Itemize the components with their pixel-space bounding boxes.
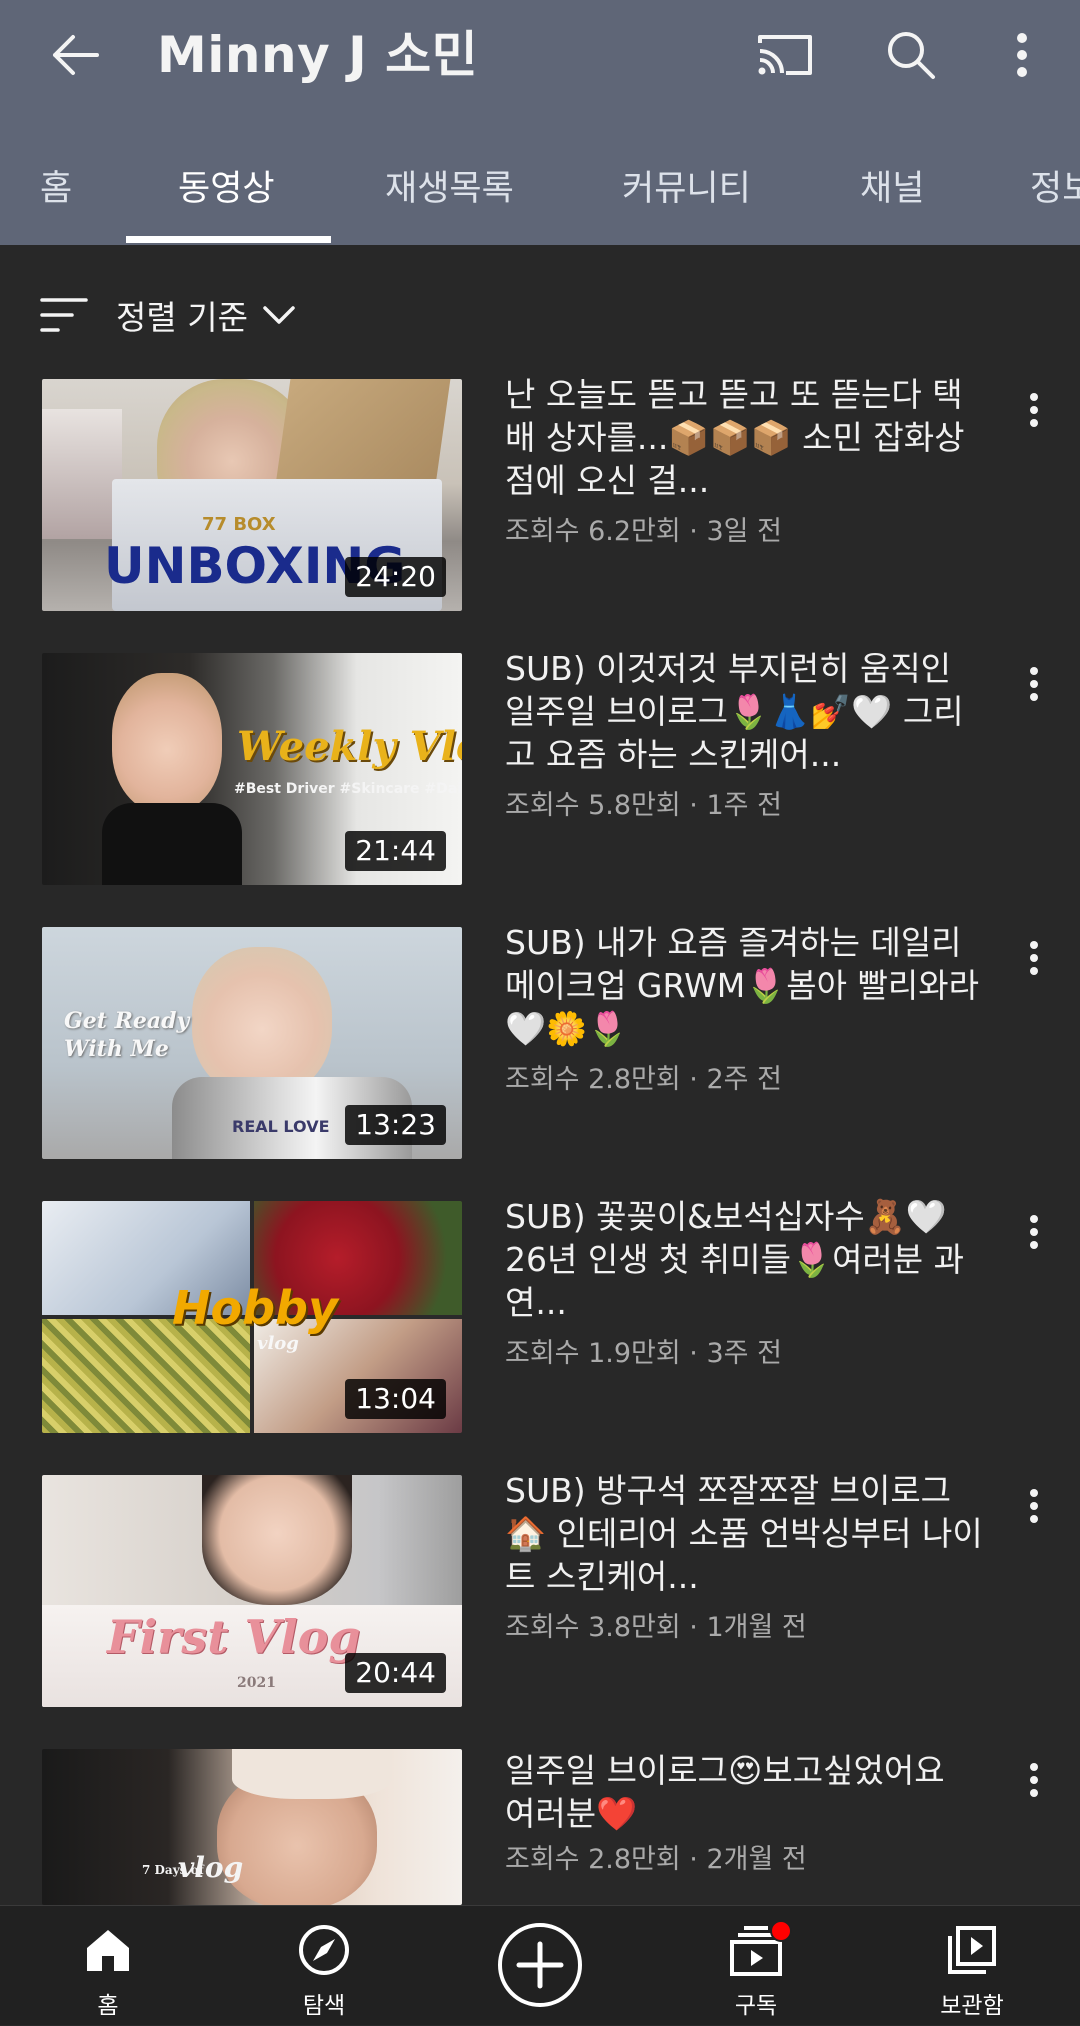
tab-playlists[interactable]: 재생목록 <box>385 135 514 245</box>
video-item[interactable]: Weekly Vlog #Best Driver #Skincare #Dail… <box>0 649 1080 885</box>
more-vert-icon <box>1030 393 1038 427</box>
video-thumbnail[interactable]: 7 Days of vlog <box>42 1749 462 1905</box>
video-meta: 조회수 1.9만회 · 3주 전 <box>505 1338 782 1369</box>
video-thumbnail[interactable]: Weekly Vlog #Best Driver #Skincare #Dail… <box>42 653 462 885</box>
thumbnail-text: First Vlog <box>107 1610 361 1664</box>
more-vert-icon <box>1030 667 1038 701</box>
video-more-button[interactable] <box>1020 1483 1048 1529</box>
sort-label: 정렬 기준 <box>116 298 248 337</box>
thumbnail-tile-3 <box>42 1319 250 1433</box>
video-title[interactable]: SUB) 내가 요즘 즐겨하는 데일리메이크업 GRWM🌷봄아 빨리와라🤍🌼🌷 <box>505 921 985 1050</box>
nav-label: 구독 <box>734 1993 778 2019</box>
more-vert-icon <box>1030 1489 1038 1523</box>
video-meta: 조회수 6.2만회 · 3일 전 <box>505 516 782 547</box>
channel-title: Minny J 소민 <box>157 26 479 84</box>
video-title[interactable]: 난 오늘도 뜯고 뜯고 또 뜯는다 택배 상자를...📦📦📦 소민 잡화상점에 … <box>505 373 985 502</box>
video-duration: 24:20 <box>345 557 446 597</box>
top-bar: Minny J 소민 <box>0 0 1080 115</box>
video-item[interactable]: Hobby vlog 13:04 SUB) 꽃꽂이&보석십자수🧸🤍26년 인생 … <box>0 1197 1080 1433</box>
nav-library[interactable]: 보관함 <box>892 1906 1052 2026</box>
thumbnail-scene-left <box>42 409 122 539</box>
video-meta: 조회수 3.8만회 · 1개월 전 <box>505 1612 807 1643</box>
thumbnail-subtext: #Best Driver #Skincare #Daily <box>234 781 462 797</box>
nav-explore[interactable]: 탐색 <box>244 1906 404 2026</box>
video-item[interactable]: 7 Days of vlog 일주일 브이로그😍보고싶었어요 여러분❤️ 조회수… <box>0 1749 1080 1905</box>
video-more-button[interactable] <box>1020 935 1048 981</box>
app-header: Minny J 소민 홈 동영상 재생목록 커뮤니티 채널 정보 <box>0 0 1080 245</box>
nav-label: 홈 <box>97 1993 119 2019</box>
video-meta: 조회수 2.8만회 · 2주 전 <box>505 1064 782 1095</box>
video-item[interactable]: 77 BOX UNBOXING 24:20 난 오늘도 뜯고 뜯고 또 뜯는다 … <box>0 375 1080 611</box>
thumbnail-person <box>202 1475 352 1605</box>
video-title[interactable]: SUB) 꽃꽂이&보석십자수🧸🤍26년 인생 첫 취미들🌷여러분 과연... <box>505 1195 985 1324</box>
video-title[interactable]: 일주일 브이로그😍보고싶었어요 여러분❤️ <box>505 1749 985 1835</box>
tab-videos[interactable]: 동영상 <box>178 135 275 245</box>
video-meta: 조회수 2.8만회 · 2개월 전 <box>505 1844 807 1875</box>
tab-home[interactable]: 홈 <box>40 135 72 245</box>
video-title[interactable]: SUB) 이것저것 부지런히 움직인 일주일 브이로그🌷👗💅🤍 그리고 요즘 하… <box>505 647 985 776</box>
cast-button[interactable] <box>750 20 820 90</box>
active-tab-indicator <box>126 236 331 243</box>
nav-home[interactable]: 홈 <box>28 1906 188 2026</box>
channel-tabs: 홈 동영상 재생목록 커뮤니티 채널 정보 <box>0 135 1080 245</box>
nav-subscriptions[interactable]: 구독 <box>676 1906 836 2026</box>
more-vert-icon <box>1030 1763 1038 1797</box>
video-thumbnail[interactable]: Hobby vlog 13:04 <box>42 1201 462 1433</box>
video-thumbnail[interactable]: Get Ready With Me REAL LOVE 13:23 <box>42 927 462 1159</box>
create-plus-icon <box>498 1923 582 2007</box>
video-duration: 20:44 <box>345 1653 446 1693</box>
home-icon <box>87 1930 129 1971</box>
thumbnail-body <box>102 803 242 885</box>
tab-community[interactable]: 커뮤니티 <box>622 135 751 245</box>
video-thumbnail[interactable]: 77 BOX UNBOXING 24:20 <box>42 379 462 611</box>
search-button[interactable] <box>876 20 946 90</box>
more-vert-icon <box>1030 1215 1038 1249</box>
video-more-button[interactable] <box>1020 661 1048 707</box>
video-thumbnail[interactable]: First Vlog 2021 20:44 <box>42 1475 462 1707</box>
more-options-button[interactable] <box>1000 20 1044 90</box>
video-more-button[interactable] <box>1020 1757 1048 1803</box>
tab-channels[interactable]: 채널 <box>860 135 924 245</box>
video-duration: 13:04 <box>345 1379 446 1419</box>
thumbnail-subtext: 77 BOX <box>202 514 276 535</box>
thumbnail-subtext: 2021 <box>237 1675 276 1691</box>
thumbnail-text: Hobby <box>172 1281 338 1335</box>
more-vert-icon <box>1017 33 1027 77</box>
more-vert-icon <box>1030 941 1038 975</box>
thumbnail-person <box>112 673 222 813</box>
library-icon <box>948 1926 996 1974</box>
sort-button[interactable]: 정렬 기준 <box>40 285 296 345</box>
notification-badge <box>770 1920 792 1942</box>
cast-icon <box>758 35 812 75</box>
video-item[interactable]: Get Ready With Me REAL LOVE 13:23 SUB) 내… <box>0 923 1080 1159</box>
video-more-button[interactable] <box>1020 1209 1048 1255</box>
bottom-navigation: 홈 탐색 구독 보관함 <box>0 1905 1080 2025</box>
search-icon <box>888 32 935 79</box>
back-button[interactable] <box>40 20 110 90</box>
thumbnail-subtext: vlog <box>257 1333 299 1354</box>
nav-label: 탐색 <box>302 1993 346 2019</box>
sort-icon <box>40 298 88 332</box>
video-duration: 21:44 <box>345 831 446 871</box>
nav-create[interactable] <box>460 1906 620 2026</box>
back-arrow-icon <box>53 35 99 75</box>
chevron-down-icon <box>263 306 295 324</box>
video-duration: 13:23 <box>345 1105 446 1145</box>
explore-compass-icon <box>299 1925 349 1975</box>
video-more-button[interactable] <box>1020 387 1048 433</box>
tab-about[interactable]: 정보 <box>1030 135 1080 245</box>
thumbnail-cap <box>232 1749 392 1799</box>
thumbnail-text: Weekly Vlog <box>237 723 462 770</box>
thumbnail-subtext: REAL LOVE <box>232 1117 330 1136</box>
video-title[interactable]: SUB) 방구석 쪼잘쪼잘 브이로그🏠 인테리어 소품 언박싱부터 나이트 스킨… <box>505 1469 985 1598</box>
video-meta: 조회수 5.8만회 · 1주 전 <box>505 790 782 821</box>
nav-label: 보관함 <box>940 1993 1004 2019</box>
video-item[interactable]: First Vlog 2021 20:44 SUB) 방구석 쪼잘쪼잘 브이로그… <box>0 1471 1080 1707</box>
thumbnail-text: Get Ready With Me <box>64 1008 190 1062</box>
thumbnail-text: vlog <box>178 1851 244 1884</box>
